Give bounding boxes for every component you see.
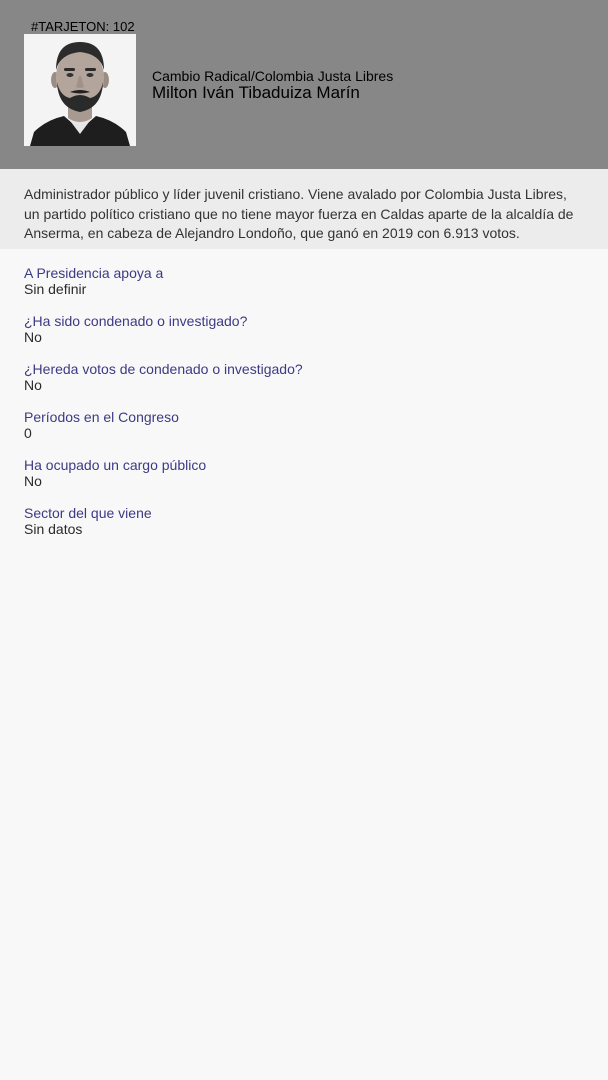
fact-question: ¿Hereda votos de condenado o investigado… — [24, 361, 303, 377]
fact-answer: No — [24, 377, 42, 393]
fact-congress-terms: Períodos en el Congreso 0 — [24, 409, 584, 457]
fact-sector: Sector del que viene Sin datos — [24, 505, 584, 553]
fact-answer: No — [24, 329, 42, 345]
candidate-header: #TARJETON: 102 Cambio Radical/Colombia J… — [0, 0, 608, 169]
candidate-bio: Administrador público y líder juvenil cr… — [0, 169, 608, 249]
fact-convicted: ¿Ha sido condenado o investigado? No — [24, 313, 584, 361]
candidate-facts: A Presidencia apoya a Sin definir ¿Ha si… — [0, 249, 608, 553]
fact-presidency-support: A Presidencia apoya a Sin definir — [24, 265, 584, 313]
fact-question: Ha ocupado un cargo público — [24, 457, 207, 473]
fact-question: ¿Ha sido condenado o investigado? — [24, 313, 248, 329]
fact-answer: Sin datos — [24, 521, 83, 537]
fact-answer: No — [24, 473, 42, 489]
fact-answer: 0 — [24, 425, 32, 441]
party-name: Cambio Radical/Colombia Justa Libres — [152, 68, 394, 84]
portrait-icon — [24, 34, 136, 146]
ballot-number: #TARJETON: 102 — [31, 19, 135, 34]
fact-question: Sector del que viene — [24, 505, 152, 521]
fact-question: A Presidencia apoya a — [24, 265, 164, 281]
fact-inherited-votes: ¿Hereda votos de condenado o investigado… — [24, 361, 584, 409]
fact-answer: Sin definir — [24, 281, 87, 297]
candidate-name: Milton Iván Tibaduiza Marín — [152, 83, 360, 102]
candidate-photo — [24, 34, 136, 146]
fact-public-office: Ha ocupado un cargo público No — [24, 457, 584, 505]
fact-question: Períodos en el Congreso — [24, 409, 179, 425]
